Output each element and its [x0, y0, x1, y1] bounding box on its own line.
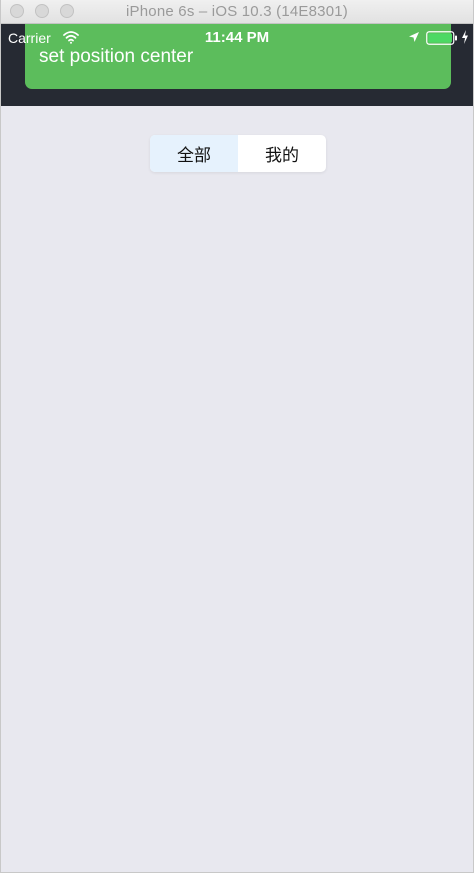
window-title: iPhone 6s – iOS 10.3 (14E8301) — [126, 3, 348, 20]
segment-all[interactable]: 全部 — [150, 135, 238, 172]
simulator-window: iPhone 6s – iOS 10.3 (14E8301) set posit… — [0, 0, 474, 873]
segment-mine[interactable]: 我的 — [238, 135, 326, 172]
status-bar: Carrier 11:44 PM — [1, 26, 473, 50]
status-time: 11:44 PM — [204, 29, 270, 46]
location-icon — [409, 32, 419, 42]
segmented-control: 全部 我的 — [150, 135, 326, 172]
battery-icon — [426, 31, 457, 45]
charging-bolt-icon — [462, 30, 468, 44]
window-titlebar: iPhone 6s – iOS 10.3 (14E8301) — [1, 0, 473, 24]
